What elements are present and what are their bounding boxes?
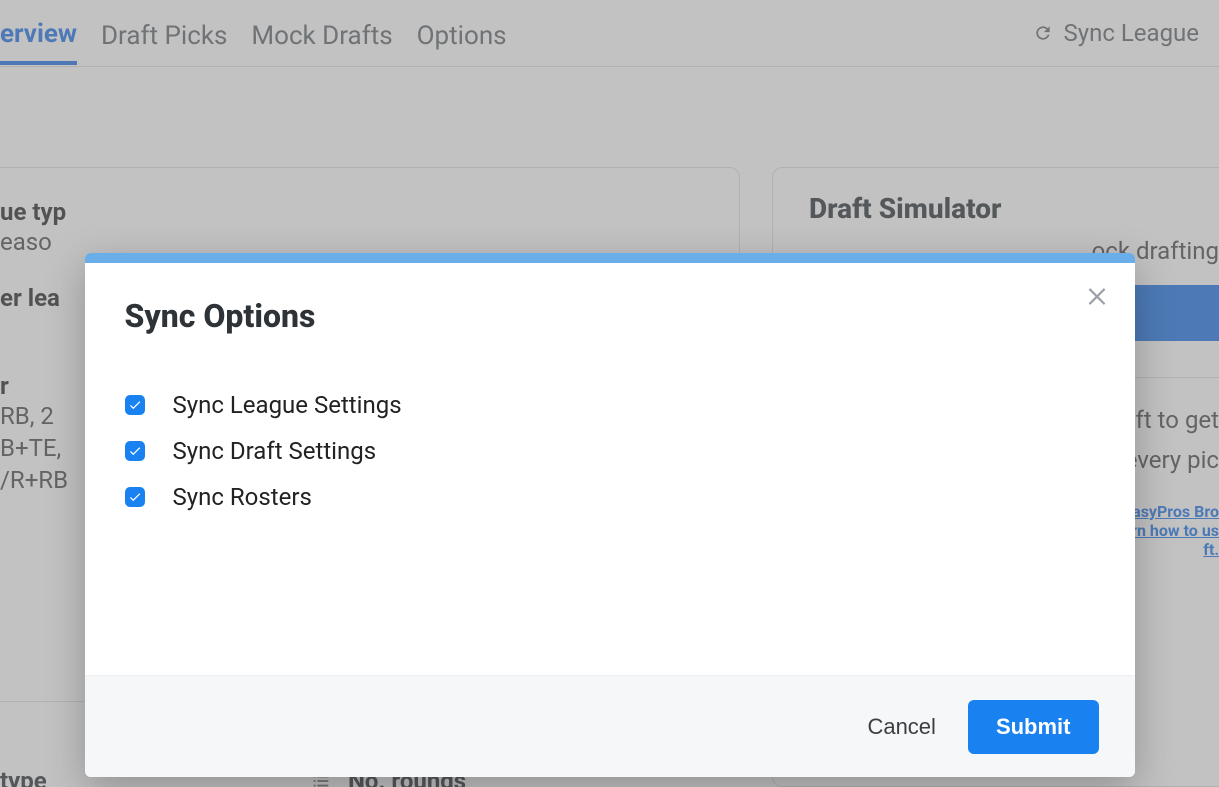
check-icon	[128, 444, 142, 458]
check-icon	[128, 490, 142, 504]
modal-overlay: Sync Options Sync League Settings Sync D…	[0, 0, 1219, 787]
sync-option-label-2: Sync Rosters	[173, 483, 312, 511]
check-icon	[128, 398, 142, 412]
checkbox-sync-league-settings[interactable]	[125, 395, 145, 415]
modal-footer: Cancel Submit	[85, 675, 1135, 777]
modal-title: Sync Options	[125, 297, 1095, 335]
checkbox-sync-draft-settings[interactable]	[125, 441, 145, 461]
modal-close-button[interactable]	[1079, 279, 1115, 315]
modal-body: Sync Options Sync League Settings Sync D…	[85, 263, 1135, 675]
sync-options-modal: Sync Options Sync League Settings Sync D…	[85, 253, 1135, 777]
sync-option-row-1: Sync Draft Settings	[125, 437, 1095, 465]
sync-option-label-1: Sync Draft Settings	[173, 437, 377, 465]
close-icon	[1084, 282, 1110, 312]
checkbox-sync-rosters[interactable]	[125, 487, 145, 507]
submit-button[interactable]: Submit	[968, 700, 1099, 754]
sync-option-row-2: Sync Rosters	[125, 483, 1095, 511]
sync-option-row-0: Sync League Settings	[125, 391, 1095, 419]
sync-option-label-0: Sync League Settings	[173, 391, 402, 419]
cancel-button[interactable]: Cancel	[859, 702, 943, 752]
